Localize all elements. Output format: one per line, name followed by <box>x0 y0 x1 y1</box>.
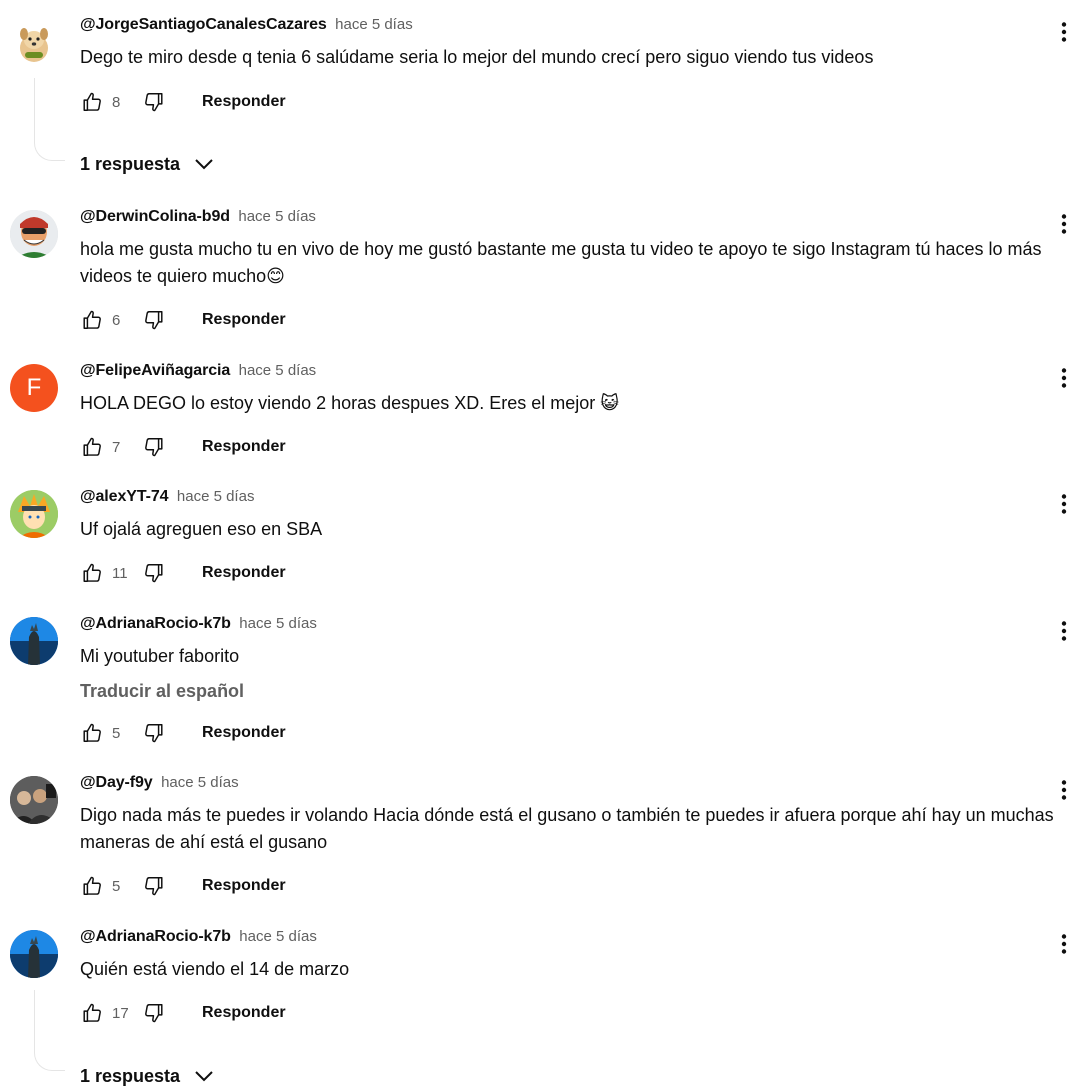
monster-avatar-icon[interactable] <box>10 930 58 978</box>
letter-avatar[interactable]: F <box>10 364 58 412</box>
comment-header: @DerwinColina-b9d hace 5 días <box>80 208 316 226</box>
comment-time[interactable]: hace 5 días <box>239 615 317 632</box>
more-vert-icon[interactable] <box>1052 932 1076 956</box>
thumbs-down-icon[interactable] <box>142 435 166 459</box>
more-vert-icon[interactable] <box>1052 492 1076 516</box>
like-count: 6 <box>112 311 121 329</box>
comment-author[interactable]: @FelipeAviñagarcia <box>80 362 230 379</box>
thumbs-down-icon[interactable] <box>142 874 166 898</box>
comment-text: hola me gusta mucho tu en vivo de hoy me… <box>80 239 1042 286</box>
reply-button[interactable]: Responder <box>202 724 286 742</box>
reply-button[interactable]: Responder <box>202 311 286 329</box>
reply-button[interactable]: Responder <box>202 877 286 895</box>
comment-actions: 6 Responder <box>80 308 286 332</box>
thumbs-down-icon[interactable] <box>142 90 166 114</box>
comment-time[interactable]: hace 5 días <box>161 774 239 791</box>
more-vert-icon[interactable] <box>1052 778 1076 802</box>
thumbs-up-icon[interactable] <box>80 721 104 745</box>
group-photo-avatar-icon[interactable] <box>10 776 58 824</box>
thumbs-down-icon[interactable] <box>142 721 166 745</box>
thumbs-up-icon[interactable] <box>80 1001 104 1025</box>
comment-actions: 5 Responder <box>80 721 286 745</box>
comment-header: @JorgeSantiagoCanalesCazares hace 5 días <box>80 16 413 34</box>
comment-author[interactable]: @DerwinColina-b9d <box>80 208 230 225</box>
cartoon-character-avatar-icon[interactable] <box>10 210 58 258</box>
comment-author[interactable]: @AdrianaRocio-k7b <box>80 928 231 945</box>
chevron-down-icon <box>192 1064 216 1088</box>
thumbs-up-icon[interactable] <box>80 561 104 585</box>
replies-label: 1 respuesta <box>80 153 181 174</box>
comment-actions: 5 Responder <box>80 874 286 898</box>
thumbs-down-icon[interactable] <box>142 1001 166 1025</box>
thumbs-down-icon[interactable] <box>142 561 166 585</box>
reply-button[interactable]: Responder <box>202 93 286 111</box>
thumbs-up-icon[interactable] <box>80 435 104 459</box>
comment-text: Dego te miro desde q tenia 6 salúdame se… <box>80 47 874 67</box>
avatar-letter: F <box>26 374 42 401</box>
comment-header: @alexYT-74 hace 5 días <box>80 488 254 506</box>
comment-text: Quién está viendo el 14 de marzo <box>80 959 350 979</box>
like-count: 17 <box>112 1004 129 1022</box>
thread-connector <box>34 78 65 161</box>
comment-actions: 7 Responder <box>80 435 286 459</box>
comment-time[interactable]: hace 5 días <box>239 928 317 945</box>
like-count: 8 <box>112 93 121 111</box>
comment-author[interactable]: @AdrianaRocio-k7b <box>80 615 231 632</box>
comment-actions: 17 Responder <box>80 1001 286 1025</box>
like-count: 5 <box>112 724 121 742</box>
thumbs-down-icon[interactable] <box>142 308 166 332</box>
comment-author[interactable]: @JorgeSantiagoCanalesCazares <box>80 16 327 33</box>
view-replies-button[interactable]: 1 respuesta <box>80 1064 216 1088</box>
comment-actions: 11 Responder <box>80 561 286 585</box>
comment-header: @Day-f9y hace 5 días <box>80 774 239 792</box>
like-count: 11 <box>112 564 128 582</box>
chevron-down-icon <box>192 152 216 176</box>
reply-button[interactable]: Responder <box>202 564 286 582</box>
more-vert-icon[interactable] <box>1052 619 1076 643</box>
comment-text: Uf ojalá agreguen eso en SBA <box>80 519 323 539</box>
comment-header: @FelipeAviñagarcia hace 5 días <box>80 362 316 380</box>
thread-connector <box>34 990 65 1071</box>
comment-header: @AdrianaRocio-k7b hace 5 días <box>80 615 317 633</box>
thumbs-up-icon[interactable] <box>80 90 104 114</box>
like-count: 5 <box>112 877 121 895</box>
like-count: 7 <box>112 438 121 456</box>
comment-text: Mi youtuber faborito <box>80 646 240 666</box>
comment-time[interactable]: hace 5 días <box>335 16 413 33</box>
thumbs-up-icon[interactable] <box>80 308 104 332</box>
comment-time[interactable]: hace 5 días <box>177 488 255 505</box>
view-replies-button[interactable]: 1 respuesta <box>80 152 216 176</box>
comment-header: @AdrianaRocio-k7b hace 5 días <box>80 928 317 946</box>
more-vert-icon[interactable] <box>1052 366 1076 390</box>
comment-author[interactable]: @Day-f9y <box>80 774 153 791</box>
monster-avatar-icon[interactable] <box>10 617 58 665</box>
comment-text: Digo nada más te puedes ir volando Hacia… <box>80 805 1054 852</box>
comment-text: HOLA DEGO lo estoy viendo 2 horas despue… <box>80 393 620 413</box>
more-vert-icon[interactable] <box>1052 212 1076 236</box>
comment-time[interactable]: hace 5 días <box>239 362 317 379</box>
anime-character-avatar-icon[interactable] <box>10 490 58 538</box>
more-vert-icon[interactable] <box>1052 20 1076 44</box>
reply-button[interactable]: Responder <box>202 1004 286 1022</box>
translate-button[interactable]: Traducir al español <box>80 681 244 702</box>
comment-author[interactable]: @alexYT-74 <box>80 488 169 505</box>
replies-label: 1 respuesta <box>80 1065 181 1086</box>
comment-actions: 8 Responder <box>80 90 286 114</box>
reply-button[interactable]: Responder <box>202 438 286 456</box>
comment-time[interactable]: hace 5 días <box>238 208 316 225</box>
dog-avatar-icon[interactable] <box>10 18 58 66</box>
thumbs-up-icon[interactable] <box>80 874 104 898</box>
